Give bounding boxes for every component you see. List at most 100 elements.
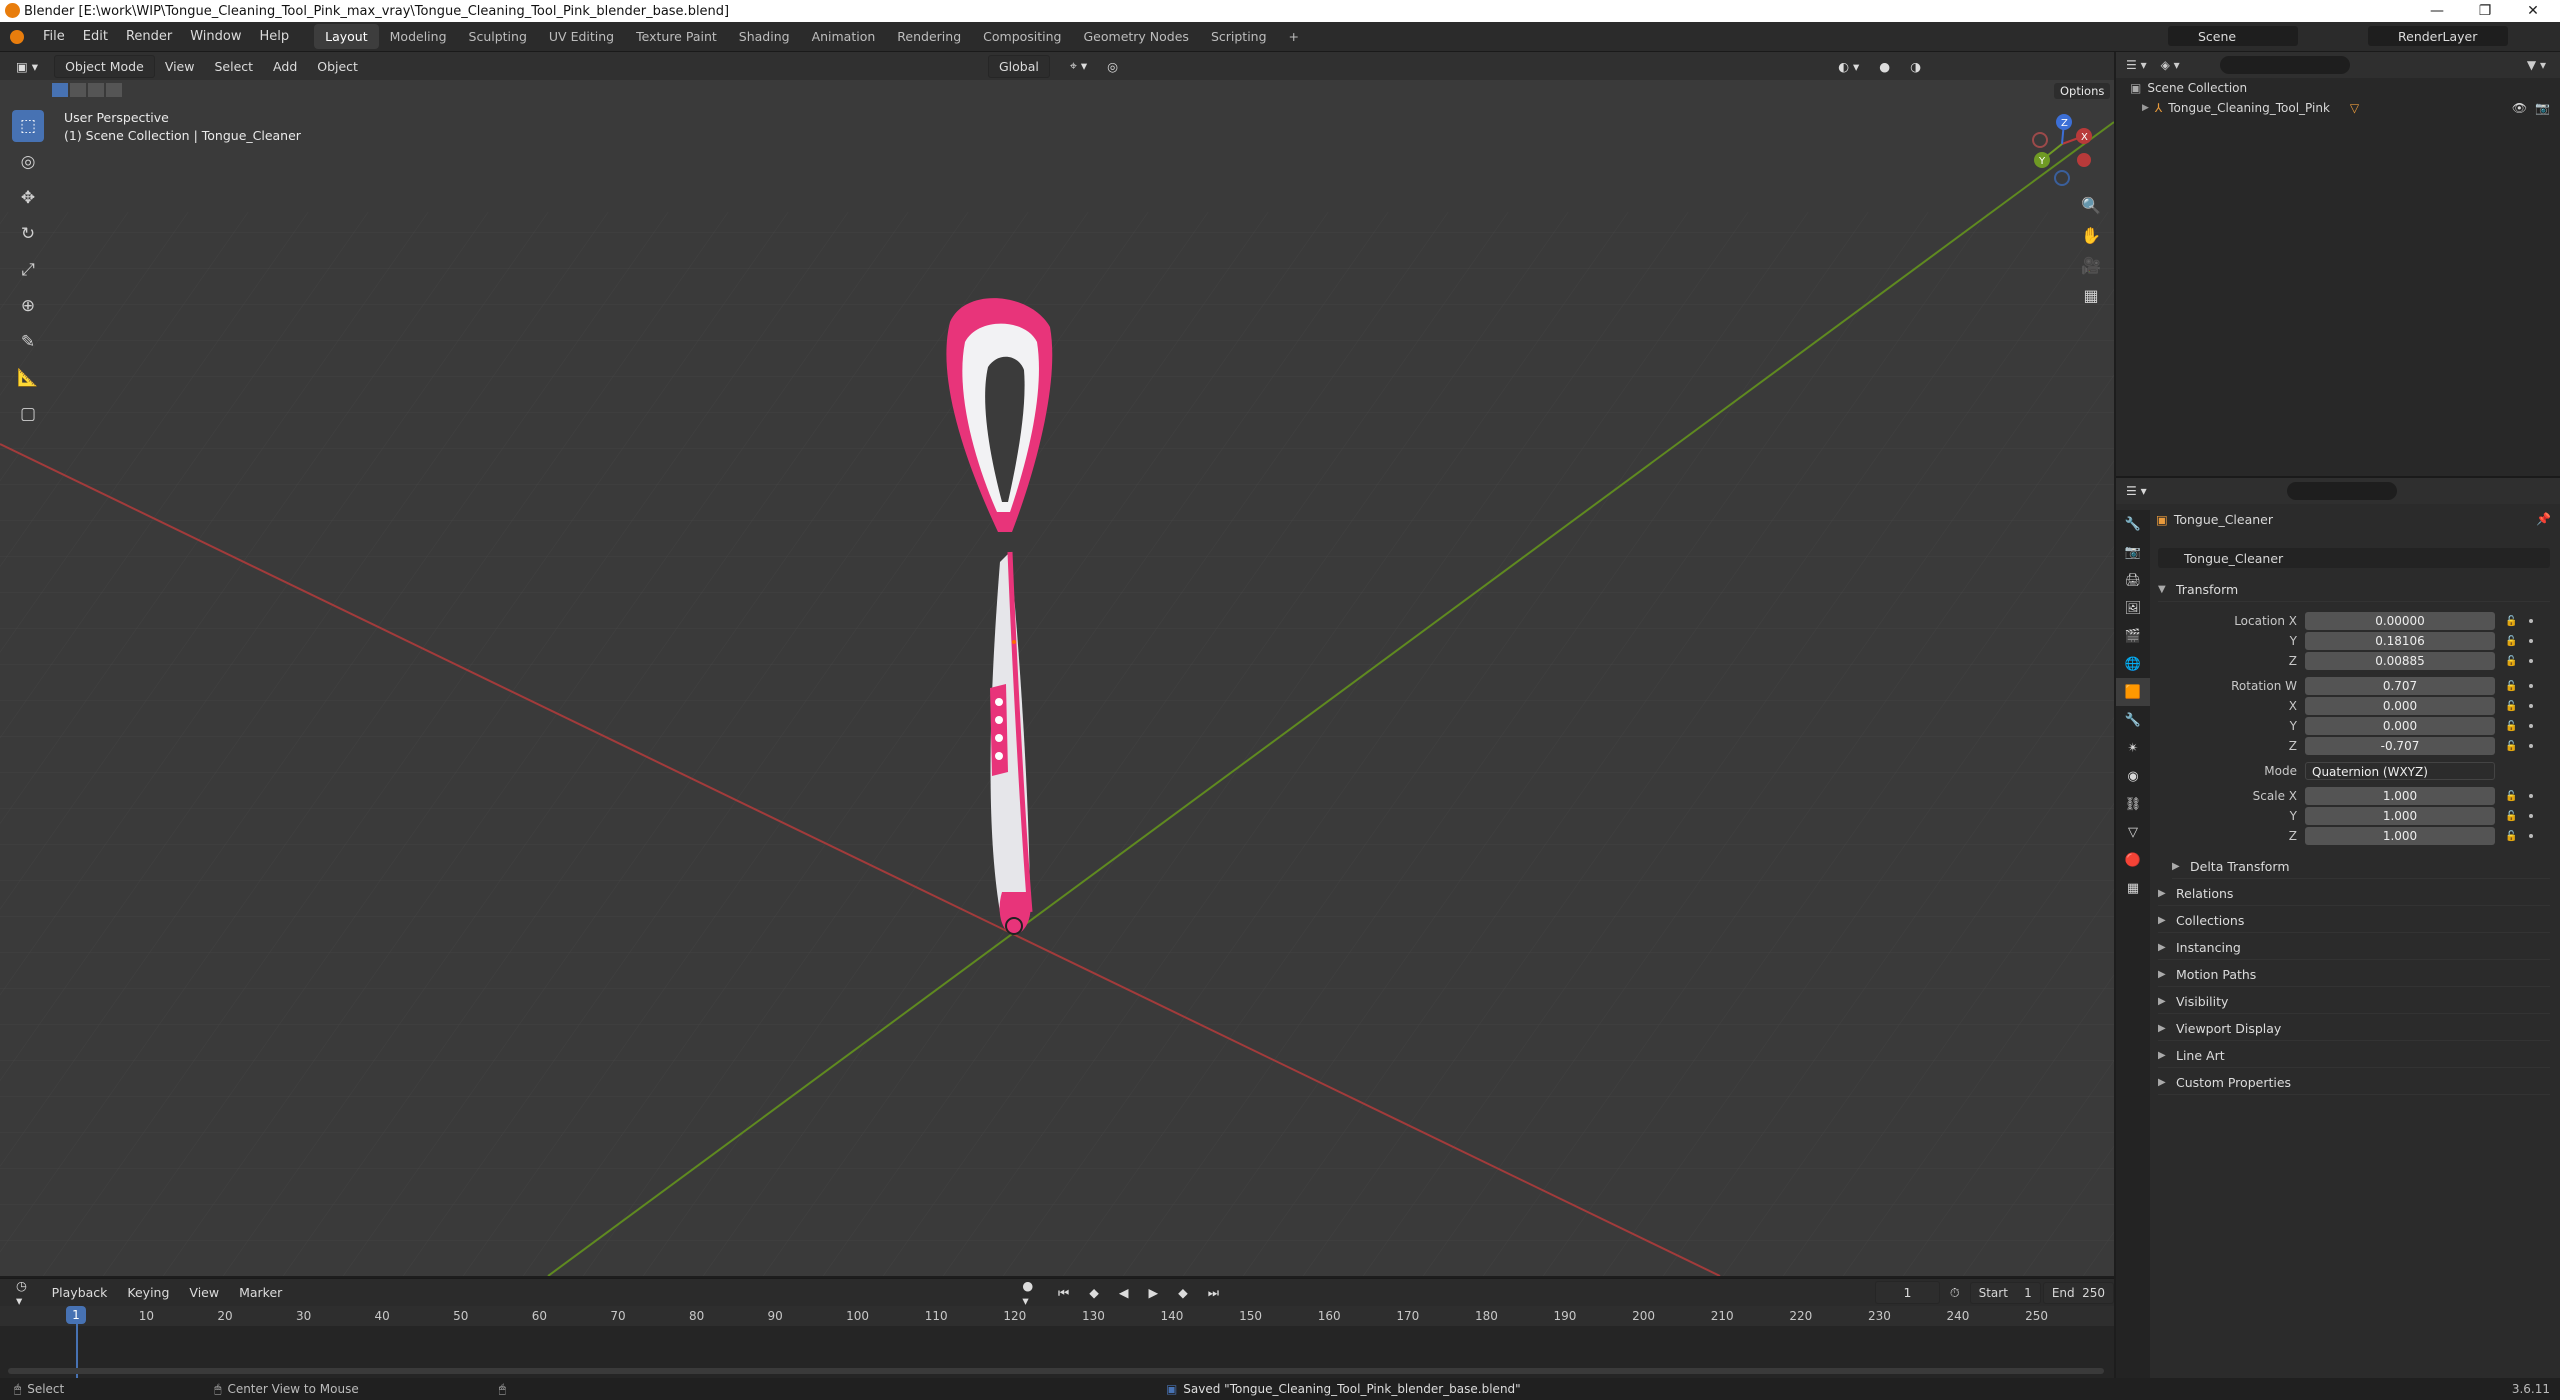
tab-sculpting[interactable]: Sculpting: [458, 24, 538, 49]
menu-help[interactable]: Help: [251, 29, 299, 44]
minimize-button[interactable]: —: [2414, 0, 2460, 22]
timeline-scrollbar[interactable]: [8, 1368, 2104, 1374]
particles-tab-icon[interactable]: ✴: [2116, 734, 2150, 762]
output-tab-icon[interactable]: 🖨: [2116, 566, 2150, 594]
lock-icon[interactable]: 🔓: [2505, 636, 2517, 647]
physics-tab-icon[interactable]: ◉: [2116, 762, 2150, 790]
keyframe-dot-icon[interactable]: [2529, 619, 2534, 623]
scene-selector[interactable]: Scene: [2168, 26, 2298, 46]
rotation-z-field[interactable]: -0.707: [2305, 737, 2495, 755]
cursor-tool-icon[interactable]: ◎: [12, 146, 44, 178]
render-tab-icon[interactable]: 📷: [2116, 538, 2150, 566]
menu-window[interactable]: Window: [181, 29, 250, 44]
scene-tab-icon[interactable]: 🎬: [2116, 622, 2150, 650]
rotation-mode-select[interactable]: Quaternion (WXYZ): [2305, 762, 2495, 780]
keyframe-dot-icon[interactable]: [2529, 659, 2534, 663]
lock-icon[interactable]: 🔓: [2505, 791, 2517, 802]
grid-toggle-icon[interactable]: ▦: [2076, 280, 2106, 310]
visibility-eye-icon[interactable]: 👁: [2512, 101, 2527, 115]
properties-search-input[interactable]: [2286, 482, 2397, 500]
select-invert-icon[interactable]: [106, 83, 122, 97]
menu-marker[interactable]: Marker: [229, 1282, 292, 1303]
collections-section[interactable]: ▶ Collections: [2158, 909, 2550, 933]
tab-texture-paint[interactable]: Texture Paint: [625, 24, 728, 49]
select-extend-icon[interactable]: [70, 83, 86, 97]
line-art-section[interactable]: ▶ Line Art: [2158, 1044, 2550, 1068]
select-new-icon[interactable]: [52, 83, 68, 97]
pin-icon[interactable]: 📌: [2536, 512, 2551, 526]
tab-uv-editing[interactable]: UV Editing: [538, 24, 625, 49]
tab-rendering[interactable]: Rendering: [886, 24, 972, 49]
menu-view[interactable]: View: [155, 56, 205, 77]
rotation-x-field[interactable]: 0.000: [2305, 697, 2495, 715]
menu-render[interactable]: Render: [117, 29, 181, 44]
object-tab-icon[interactable]: 🟧: [2116, 678, 2150, 706]
location-z-field[interactable]: 0.00885: [2305, 652, 2495, 670]
3d-viewport[interactable]: X Y Z: [0, 52, 2114, 1276]
tab-shading[interactable]: Shading: [728, 24, 801, 49]
transform-tool-icon[interactable]: ⊕: [12, 290, 44, 322]
overlay-icon[interactable]: ◐ ▾: [1828, 56, 1869, 77]
data-tab-icon[interactable]: ▽: [2116, 818, 2150, 846]
tool-tab-icon[interactable]: 🔧: [2116, 510, 2150, 538]
pan-hand-icon[interactable]: ✋: [2076, 220, 2106, 250]
mode-selector[interactable]: Object Mode: [54, 54, 155, 78]
jump-start-icon[interactable]: ⏮: [1048, 1282, 1079, 1304]
menu-edit[interactable]: Edit: [74, 29, 117, 44]
outliner-editor-icon[interactable]: ☰ ▾: [2126, 58, 2147, 72]
measure-tool-icon[interactable]: 📐: [12, 362, 44, 394]
add-cube-tool-icon[interactable]: ▢: [12, 398, 44, 430]
object-name-field[interactable]: Tongue_Cleaner: [2158, 548, 2550, 568]
lock-icon[interactable]: 🔓: [2505, 701, 2517, 712]
lock-icon[interactable]: 🔓: [2505, 681, 2517, 692]
options-button[interactable]: Options: [2054, 83, 2111, 99]
lock-icon[interactable]: 🔓: [2505, 721, 2517, 732]
texture-tab-icon[interactable]: ▦: [2116, 874, 2150, 902]
location-x-field[interactable]: 0.00000: [2305, 612, 2495, 630]
tab-compositing[interactable]: Compositing: [972, 24, 1072, 49]
camera-icon[interactable]: 🎥: [2076, 250, 2106, 280]
visibility-section[interactable]: ▶ Visibility: [2158, 990, 2550, 1014]
move-tool-icon[interactable]: ✥: [12, 182, 44, 214]
scene-collection-row[interactable]: ▣ Scene Collection: [2116, 78, 2560, 98]
zoom-icon[interactable]: 🔍: [2076, 190, 2106, 220]
motion-paths-section[interactable]: ▶ Motion Paths: [2158, 963, 2550, 987]
keyframe-dot-icon[interactable]: [2529, 639, 2534, 643]
tab-modeling[interactable]: Modeling: [379, 24, 458, 49]
keyframe-dot-icon[interactable]: [2529, 814, 2534, 818]
play-reverse-icon[interactable]: ◀: [1109, 1282, 1139, 1303]
expand-chevron-icon[interactable]: ▶: [2142, 103, 2149, 113]
lock-icon[interactable]: 🔓: [2505, 656, 2517, 667]
scale-z-field[interactable]: 1.000: [2305, 827, 2495, 845]
annotate-tool-icon[interactable]: ✎: [12, 326, 44, 358]
render-layer-selector[interactable]: RenderLayer: [2368, 26, 2508, 46]
relations-section[interactable]: ▶ Relations: [2158, 882, 2550, 906]
scale-y-field[interactable]: 1.000: [2305, 807, 2495, 825]
tab-animation[interactable]: Animation: [801, 24, 887, 49]
start-frame-field[interactable]: Start 1: [1969, 1281, 2041, 1304]
menu-playback[interactable]: Playback: [42, 1282, 118, 1303]
filter-icon[interactable]: ▼ ▾: [2527, 58, 2546, 72]
properties-editor-icon[interactable]: ☰ ▾: [2126, 484, 2147, 498]
delta-transform-section[interactable]: ▶ Delta Transform: [2172, 855, 2550, 879]
outliner-search-input[interactable]: [2219, 56, 2350, 74]
add-workspace-button[interactable]: +: [1278, 24, 1310, 49]
outliner-item-tongue-cleaning-tool[interactable]: ▶ ⅄ Tongue_Cleaning_Tool_Pink ▽ 👁 📷: [2116, 98, 2560, 118]
render-camera-icon[interactable]: 📷: [2535, 101, 2550, 115]
shading-solid-icon[interactable]: ●: [1869, 56, 1900, 77]
lock-icon[interactable]: 🔓: [2505, 616, 2517, 627]
keyframe-dot-icon[interactable]: [2529, 834, 2534, 838]
lock-icon[interactable]: 🔓: [2505, 741, 2517, 752]
modifier-tab-icon[interactable]: 🔧: [2116, 706, 2150, 734]
next-keyframe-icon[interactable]: ◆: [1168, 1282, 1198, 1303]
instancing-section[interactable]: ▶ Instancing: [2158, 936, 2550, 960]
menu-file[interactable]: File: [34, 29, 74, 44]
prev-keyframe-icon[interactable]: ◆: [1079, 1282, 1109, 1303]
constraints-tab-icon[interactable]: ⛓: [2116, 790, 2150, 818]
menu-select[interactable]: Select: [204, 56, 263, 77]
menu-keying[interactable]: Keying: [117, 1282, 179, 1303]
transform-orientation-selector[interactable]: Global: [987, 54, 1050, 78]
rotate-tool-icon[interactable]: ↻: [12, 218, 44, 250]
view-layer-tab-icon[interactable]: 🖼: [2116, 594, 2150, 622]
keyframe-dot-icon[interactable]: [2529, 704, 2534, 708]
